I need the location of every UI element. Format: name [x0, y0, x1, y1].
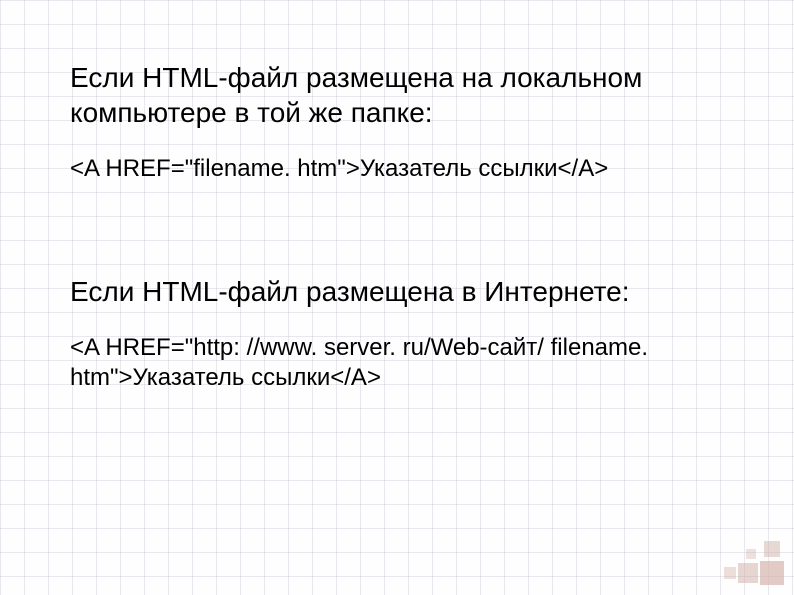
- deco-square: [760, 561, 784, 585]
- deco-square: [746, 549, 756, 559]
- deco-square: [724, 567, 736, 579]
- deco-square: [738, 563, 758, 583]
- deco-square: [764, 541, 780, 557]
- section2-heading: Если HTML-файл размещена в Интернете:: [70, 274, 724, 309]
- section1-heading: Если HTML-файл размещена на локальном ко…: [70, 60, 724, 130]
- section1-code: <A HREF="filename. htm">Указатель ссылки…: [70, 154, 724, 184]
- slide-content: Если HTML-файл размещена на локальном ко…: [0, 0, 794, 433]
- section2-code: <A HREF="http: //www. server. ru/Web-сай…: [70, 333, 724, 393]
- corner-decoration: [714, 515, 784, 585]
